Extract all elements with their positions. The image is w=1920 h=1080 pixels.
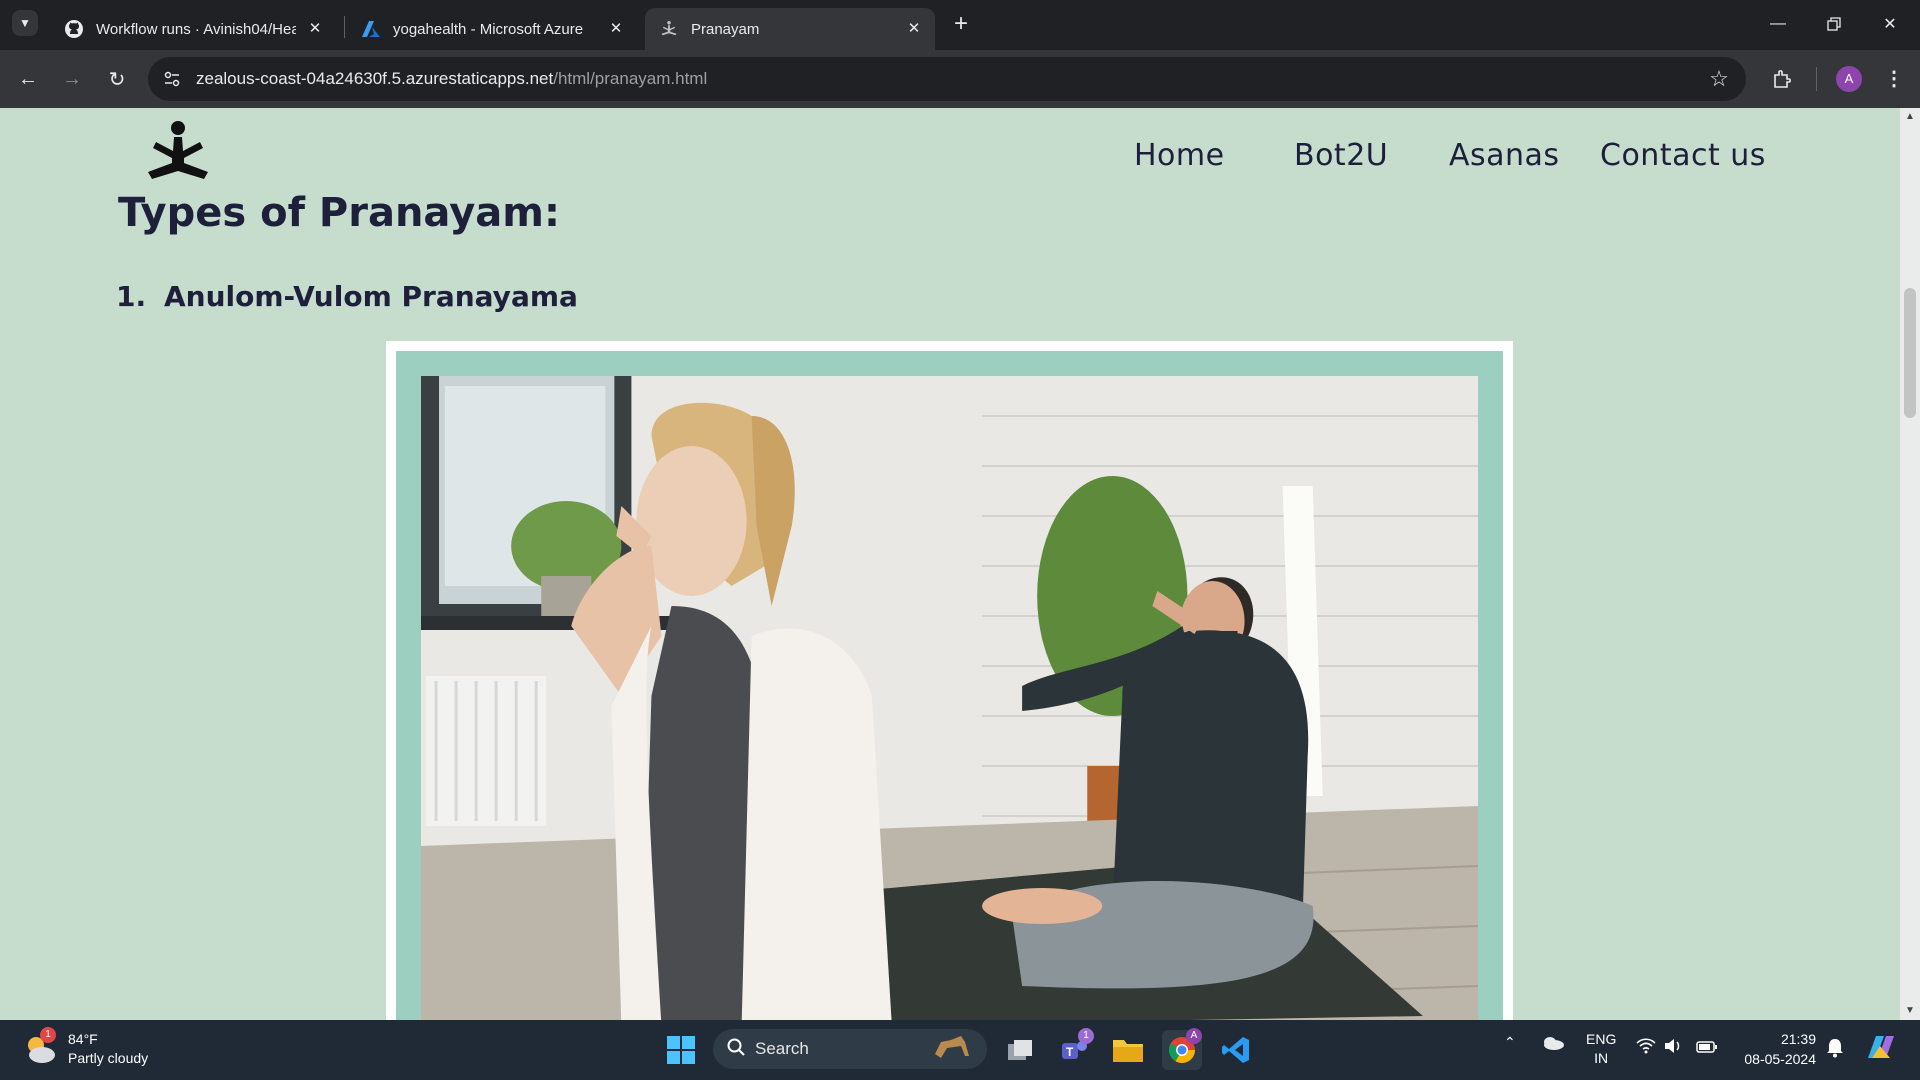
tab-search-button[interactable]: ▼	[12, 10, 38, 36]
language-code: ENG	[1586, 1031, 1617, 1047]
notification-bell-icon[interactable]	[1826, 1038, 1844, 1061]
input-language[interactable]: ENG IN	[1586, 1030, 1616, 1068]
url-path: /html/pranayam.html	[553, 69, 708, 88]
page-viewport: Home Bot2U Asanas Contact us Types of Pr…	[0, 108, 1920, 1020]
browser-menu-button[interactable]: ⋮	[1878, 63, 1910, 95]
scroll-down-arrow[interactable]: ▼	[1900, 1002, 1920, 1020]
yoga-pose-icon	[659, 19, 679, 39]
minimize-button[interactable]: —	[1750, 0, 1806, 48]
file-explorer-icon[interactable]	[1108, 1030, 1148, 1070]
back-button[interactable]: ←	[12, 63, 44, 95]
show-hidden-icons[interactable]: ⌃	[1504, 1034, 1516, 1051]
clock-time: 21:39	[1780, 1031, 1816, 1047]
tab-title: Pranayam	[691, 20, 760, 38]
battery-icon[interactable]	[1696, 1040, 1718, 1056]
taskbar-search-box[interactable]: Search	[713, 1029, 987, 1069]
nav-contact-link[interactable]: Contact us	[1600, 138, 1766, 173]
profile-avatar[interactable]: A	[1836, 66, 1862, 92]
url-text: zealous-coast-04a24630f.5.azurestaticapp…	[196, 69, 707, 89]
reload-button[interactable]: ↻	[101, 63, 133, 95]
close-icon[interactable]: ✕	[607, 20, 625, 38]
reload-icon: ↻	[108, 68, 126, 91]
toolbar-divider	[1816, 67, 1817, 91]
task-view-icon[interactable]	[1000, 1030, 1040, 1070]
tab-divider	[344, 16, 345, 38]
vscode-icon[interactable]	[1216, 1030, 1256, 1070]
close-icon[interactable]: ✕	[306, 20, 324, 38]
arrow-left-icon: ←	[18, 67, 38, 90]
system-clock[interactable]: 21:39 08-05-2024	[1730, 1029, 1816, 1069]
new-tab-button[interactable]: +	[948, 12, 974, 38]
partly-cloudy-icon: 1	[22, 1027, 58, 1067]
close-icon[interactable]: ✕	[905, 20, 923, 38]
windows-start-icon[interactable]	[661, 1030, 701, 1070]
weather-badge: 1	[40, 1027, 56, 1043]
windows-taskbar: 1 84°F Partly cloudy Search T 1 A ⌃ ENG …	[0, 1020, 1920, 1080]
close-window-button[interactable]: ✕	[1862, 0, 1918, 48]
pranayama-photo	[421, 376, 1479, 1020]
nav-bot2u-link[interactable]: Bot2U	[1294, 138, 1388, 173]
photo-mat	[396, 351, 1503, 1020]
weather-widget[interactable]: 1 84°F Partly cloudy	[22, 1027, 149, 1068]
pranayama-photo-frame	[386, 341, 1513, 1020]
arrow-right-icon: →	[62, 67, 82, 90]
teams-badge: 1	[1078, 1028, 1094, 1044]
address-bar[interactable]: zealous-coast-04a24630f.5.azurestaticapp…	[148, 57, 1746, 101]
scroll-up-arrow[interactable]: ▲	[1900, 108, 1920, 126]
tab-workflow-runs[interactable]: Workflow runs · Avinish04/Heal ✕	[50, 8, 336, 50]
list-item-title: Anulom-Vulom Pranayama	[164, 280, 578, 313]
list-item-number: 1.	[116, 280, 147, 313]
copilot-icon[interactable]	[1864, 1032, 1898, 1065]
teams-icon[interactable]: T 1	[1054, 1028, 1094, 1070]
tab-yogahealth-azure[interactable]: yogahealth - Microsoft Azure ✕	[347, 8, 637, 50]
site-info-icon[interactable]	[160, 67, 184, 91]
bookmark-star-icon[interactable]: ☆	[1706, 66, 1732, 92]
nav-asanas-link[interactable]: Asanas	[1449, 138, 1560, 173]
tab-title: yogahealth - Microsoft Azure	[393, 20, 584, 38]
scroll-thumb[interactable]	[1904, 288, 1916, 418]
browser-toolbar: ← → ↻ zealous-coast-04a24630f.5.azuresta…	[0, 50, 1920, 108]
weather-temp: 84°F	[68, 1031, 98, 1047]
search-icon	[727, 1038, 745, 1061]
onedrive-icon[interactable]	[1542, 1036, 1564, 1053]
clock-date: 08-05-2024	[1744, 1051, 1816, 1067]
tab-pranayam[interactable]: Pranayam ✕	[645, 8, 935, 50]
azure-icon	[361, 19, 381, 39]
chrome-icon[interactable]: A	[1162, 1028, 1202, 1070]
tab-strip: ▼ Workflow runs · Avinish04/Heal ✕ yogah…	[0, 0, 1920, 50]
page-title: Types of Pranayam:	[118, 190, 560, 236]
tab-title: Workflow runs · Avinish04/Heal	[96, 20, 296, 38]
search-highlight-icon	[931, 1032, 973, 1067]
forward-button[interactable]: →	[56, 63, 88, 95]
restore-button[interactable]	[1806, 0, 1862, 48]
wifi-icon[interactable]	[1636, 1038, 1656, 1057]
weather-description: Partly cloudy	[68, 1050, 149, 1066]
extensions-icon[interactable]	[1766, 63, 1798, 95]
volume-icon[interactable]	[1664, 1038, 1684, 1057]
chevron-down-icon: ▼	[19, 16, 31, 30]
search-label: Search	[755, 1039, 809, 1058]
url-host: zealous-coast-04a24630f.5.azurestaticapp…	[196, 69, 554, 88]
svg-text:T: T	[1066, 1045, 1074, 1059]
chrome-profile-badge: A	[1186, 1028, 1202, 1044]
yoga-logo-icon[interactable]	[142, 120, 214, 186]
github-icon	[64, 19, 84, 39]
page-scrollbar[interactable]: ▲ ▼	[1900, 108, 1920, 1020]
region-code: IN	[1594, 1050, 1609, 1066]
nav-home-link[interactable]: Home	[1134, 138, 1225, 173]
